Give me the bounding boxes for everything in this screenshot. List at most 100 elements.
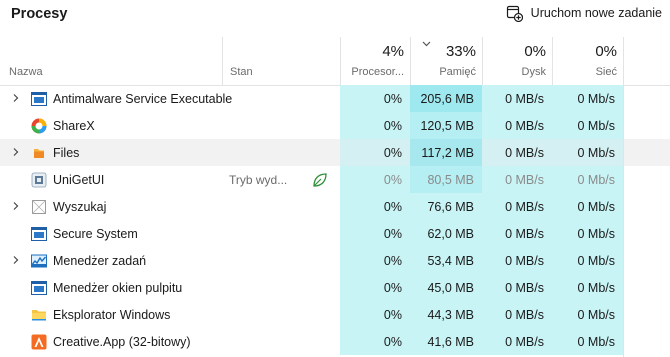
- column-divider: [623, 37, 624, 357]
- column-header-row: Nazwa Stan 4% Procesor... 33% Pamięć 0% …: [0, 37, 670, 86]
- sort-descending-icon: [422, 41, 431, 47]
- network-value: 0 Mb/s: [552, 220, 623, 247]
- network-value: 0 Mb/s: [552, 85, 623, 112]
- disk-value: 0 MB/s: [482, 328, 552, 355]
- folder-icon: [32, 310, 46, 321]
- memory-value: 53,4 MB: [410, 247, 482, 274]
- process-name: Creative.App (32-bitowy): [53, 334, 191, 349]
- table-row[interactable]: ShareX 0% 120,5 MB 0 MB/s 0 Mb/s: [0, 112, 670, 139]
- process-name: Secure System: [53, 226, 138, 241]
- process-name: Menedżer okien pulpitu: [53, 280, 183, 295]
- process-status: Tryb wyd...: [229, 172, 288, 187]
- sharex-icon: [31, 118, 47, 134]
- page-title: Procesy: [11, 6, 68, 22]
- table-row[interactable]: Menedżer okien pulpitu 0% 45,0 MB 0 MB/s…: [0, 274, 670, 301]
- table-row[interactable]: Menedżer zadań 0% 53,4 MB 0 MB/s 0 Mb/s: [0, 247, 670, 274]
- memory-value: 45,0 MB: [410, 274, 482, 301]
- disk-value: 0 MB/s: [482, 166, 552, 193]
- cpu-value: 0%: [340, 220, 410, 247]
- antimalware-icon: [31, 92, 47, 106]
- column-header-status[interactable]: Stan: [222, 37, 340, 85]
- files-icon: [34, 149, 44, 158]
- table-row[interactable]: Files 0% 117,2 MB 0 MB/s 0 Mb/s: [0, 139, 670, 166]
- memory-total-percent: 33%: [445, 43, 476, 60]
- network-value: 0 Mb/s: [552, 139, 623, 166]
- process-name: Files: [53, 145, 80, 160]
- run-new-task-button[interactable]: Uruchom nowe zadanie: [506, 3, 662, 23]
- memory-value: 44,3 MB: [410, 301, 482, 328]
- network-total-percent: 0%: [595, 43, 617, 60]
- column-divider: [222, 37, 223, 85]
- memory-value: 76,6 MB: [410, 193, 482, 220]
- table-row[interactable]: Wyszukaj 0% 76,6 MB 0 MB/s 0 Mb/s: [0, 193, 670, 220]
- column-disk-label: Dysk: [521, 66, 546, 78]
- process-name: Wyszukaj: [53, 199, 107, 214]
- chevron-right-icon[interactable]: [11, 255, 21, 265]
- system-window-icon: [31, 281, 47, 295]
- process-name: Antimalware Service Executable: [53, 91, 233, 106]
- task-manager-icon: [31, 254, 47, 268]
- disk-value: 0 MB/s: [482, 301, 552, 328]
- chevron-right-icon[interactable]: [11, 93, 21, 103]
- column-header-extra: [623, 37, 670, 85]
- search-app-icon: [32, 200, 46, 214]
- cpu-value: 0%: [340, 112, 410, 139]
- system-window-icon: [31, 227, 47, 241]
- network-value: 0 Mb/s: [552, 247, 623, 274]
- network-value: 0 Mb/s: [552, 193, 623, 220]
- memory-value: 62,0 MB: [410, 220, 482, 247]
- disk-value: 0 MB/s: [482, 247, 552, 274]
- cpu-value: 0%: [340, 328, 410, 355]
- table-row[interactable]: Antimalware Service Executable 0% 205,6 …: [0, 85, 670, 112]
- column-network-label: Sieć: [595, 66, 617, 78]
- disk-value: 0 MB/s: [482, 220, 552, 247]
- column-header-name[interactable]: Nazwa: [0, 37, 222, 85]
- cpu-value: 0%: [340, 301, 410, 328]
- column-header-cpu[interactable]: 4% Procesor...: [340, 37, 410, 85]
- network-value: 0 Mb/s: [552, 274, 623, 301]
- chevron-right-icon[interactable]: [11, 201, 21, 211]
- disk-value: 0 MB/s: [482, 274, 552, 301]
- new-task-icon: [506, 5, 523, 22]
- cpu-value: 0%: [340, 193, 410, 220]
- memory-value: 117,2 MB: [410, 139, 482, 166]
- network-value: 0 Mb/s: [552, 112, 623, 139]
- column-header-disk[interactable]: 0% Dysk: [482, 37, 552, 85]
- memory-value: 120,5 MB: [410, 112, 482, 139]
- column-name-label: Nazwa: [9, 66, 43, 78]
- table-row[interactable]: Creative.App (32-bitowy) 0% 41,6 MB 0 MB…: [0, 328, 670, 355]
- network-value: 0 Mb/s: [552, 166, 623, 193]
- table-row[interactable]: Eksplorator Windows 0% 44,3 MB 0 MB/s 0 …: [0, 301, 670, 328]
- disk-value: 0 MB/s: [482, 112, 552, 139]
- column-header-network[interactable]: 0% Sieć: [552, 37, 623, 85]
- table-row[interactable]: Secure System 0% 62,0 MB 0 MB/s 0 Mb/s: [0, 220, 670, 247]
- process-name: Eksplorator Windows: [53, 307, 171, 322]
- column-cpu-label: Procesor...: [351, 66, 404, 78]
- process-name: ShareX: [53, 118, 95, 133]
- column-memory-label: Pamięć: [439, 66, 476, 78]
- network-value: 0 Mb/s: [552, 328, 623, 355]
- cpu-total-percent: 4%: [382, 43, 404, 60]
- cpu-value: 0%: [340, 247, 410, 274]
- memory-value: 80,5 MB: [410, 166, 482, 193]
- cpu-value: 0%: [340, 139, 410, 166]
- run-new-task-label: Uruchom nowe zadanie: [530, 6, 662, 20]
- creative-app-icon: [31, 334, 47, 350]
- column-status-label: Stan: [230, 66, 253, 78]
- chevron-right-icon[interactable]: [11, 147, 21, 157]
- cpu-value: 0%: [340, 166, 410, 193]
- memory-value: 41,6 MB: [410, 328, 482, 355]
- title-bar: Procesy Uruchom nowe zadanie: [0, 0, 670, 30]
- cpu-value: 0%: [340, 85, 410, 112]
- memory-value: 205,6 MB: [410, 85, 482, 112]
- table-row[interactable]: UniGetUI Tryb wyd... 0% 80,5 MB 0 MB/s 0…: [0, 166, 670, 193]
- disk-value: 0 MB/s: [482, 85, 552, 112]
- process-name: Menedżer zadań: [53, 253, 147, 268]
- column-header-memory[interactable]: 33% Pamięć: [410, 37, 482, 85]
- cpu-value: 0%: [340, 274, 410, 301]
- unigetui-icon: [31, 172, 47, 188]
- efficiency-mode-leaf-icon: [313, 173, 327, 187]
- network-value: 0 Mb/s: [552, 301, 623, 328]
- process-name: UniGetUI: [53, 172, 105, 187]
- disk-value: 0 MB/s: [482, 139, 552, 166]
